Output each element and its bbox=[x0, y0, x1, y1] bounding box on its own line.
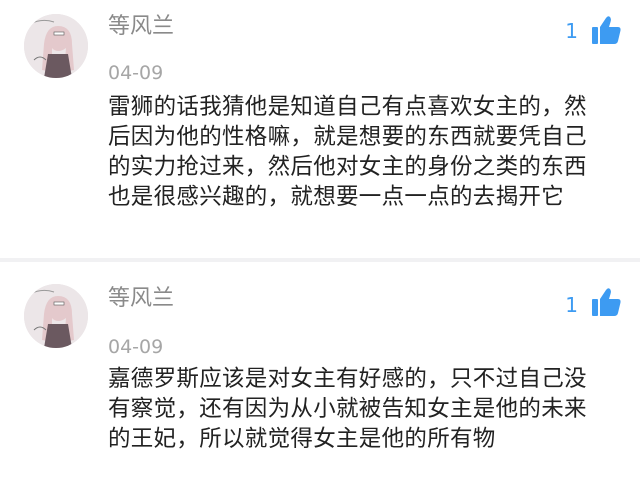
username[interactable]: 等风兰 bbox=[108, 284, 174, 314]
avatar[interactable] bbox=[24, 284, 88, 348]
like-count: 1 bbox=[565, 19, 578, 43]
avatar-image bbox=[24, 284, 88, 348]
username[interactable]: 等风兰 bbox=[108, 12, 174, 42]
thumbs-up-icon[interactable] bbox=[590, 14, 622, 46]
thumbs-up-icon[interactable] bbox=[590, 286, 622, 318]
comment-item: 等风兰 04-09 1 嘉德罗斯应该是对女主有好感的，只不过自己没有察觉，还有因… bbox=[0, 262, 640, 503]
comment-date: 04-09 bbox=[108, 336, 164, 358]
comment-item: 等风兰 04-09 1 雷狮的话我猜他是知道自己有点喜欢女主的，然后因为他的性格… bbox=[0, 0, 640, 258]
avatar-image bbox=[24, 14, 88, 78]
comment-text: 嘉德罗斯应该是对女主有好感的，只不过自己没有察觉，还有因为从小就被告知女主是他的… bbox=[108, 366, 587, 452]
like-count: 1 bbox=[565, 293, 578, 317]
avatar[interactable] bbox=[24, 14, 88, 78]
comment-date: 04-09 bbox=[108, 62, 164, 84]
comment-text: 雷狮的话我猜他是知道自己有点喜欢女主的，然后因为他的性格嘛，就是想要的东西就要凭… bbox=[108, 94, 587, 210]
